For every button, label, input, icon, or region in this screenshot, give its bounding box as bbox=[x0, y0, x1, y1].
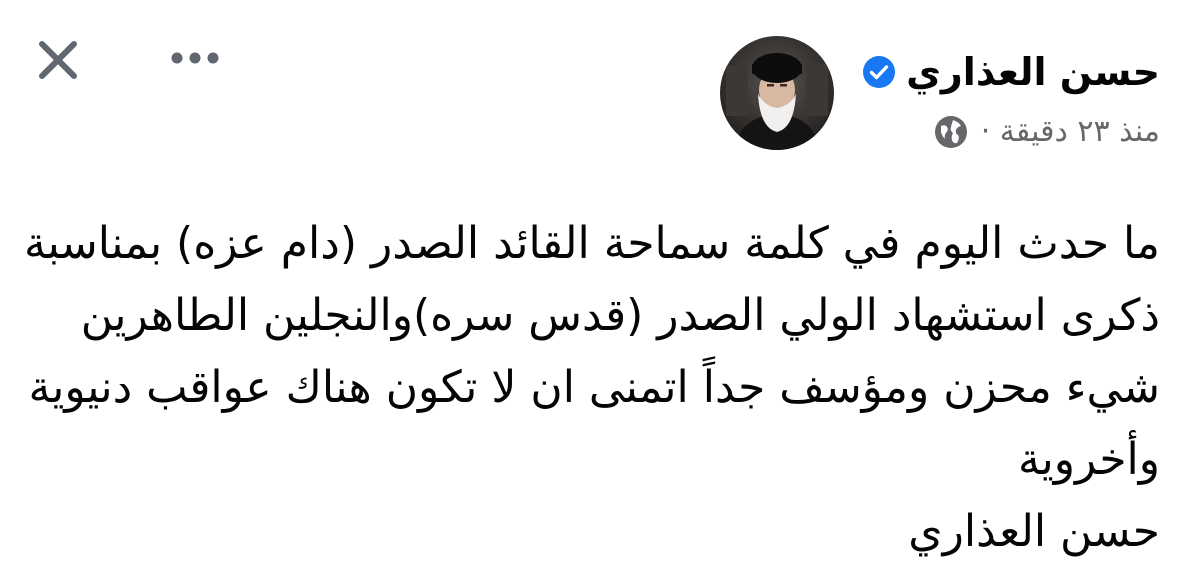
post-text-line: شيء محزن ومؤسف جداً اتمنى ان لا تكون هنا… bbox=[28, 362, 1161, 413]
verified-badge-icon bbox=[862, 55, 896, 89]
avatar[interactable] bbox=[720, 36, 835, 150]
author-name[interactable]: حسن العذاري bbox=[906, 42, 1160, 102]
post-text-line: ما حدث اليوم في كلمة سماحة القائد الصدر … bbox=[23, 218, 1160, 269]
globe-icon bbox=[933, 114, 969, 150]
post-signature: حسن العذاري bbox=[908, 506, 1160, 557]
post-text-line: وأخروية bbox=[1017, 434, 1160, 485]
post-text-line: ذكرى استشهاد الولي الصدر (قدس سره)والنجل… bbox=[80, 290, 1160, 341]
post-meta: حسن العذاري منذ ٢٣ دقيقة · bbox=[862, 36, 1160, 152]
author-row: حسن العذاري bbox=[862, 42, 1160, 102]
post-timestamp[interactable]: منذ ٢٣ دقيقة · bbox=[981, 112, 1160, 152]
avatar-image bbox=[720, 36, 835, 150]
more-options-icon bbox=[171, 52, 219, 64]
post-header: حسن العذاري منذ ٢٣ دقيقة · bbox=[720, 36, 1160, 152]
post-time-row: منذ ٢٣ دقيقة · bbox=[933, 112, 1160, 152]
close-button[interactable] bbox=[30, 32, 86, 88]
close-icon bbox=[39, 41, 77, 79]
post-text: ما حدث اليوم في كلمة سماحة القائد الصدر … bbox=[23, 208, 1161, 568]
more-options-button[interactable] bbox=[160, 34, 230, 82]
